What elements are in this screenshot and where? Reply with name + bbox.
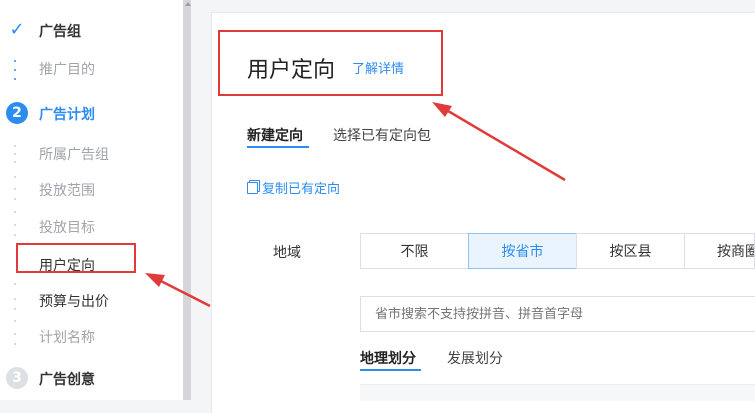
- annotation-arrows: [145, 102, 566, 308]
- arrowhead-icon: [432, 102, 452, 117]
- annotation-arrow-title: [442, 106, 566, 182]
- arrowhead-icon: [145, 273, 165, 287]
- annotation-arrow-sidebar: [154, 276, 211, 308]
